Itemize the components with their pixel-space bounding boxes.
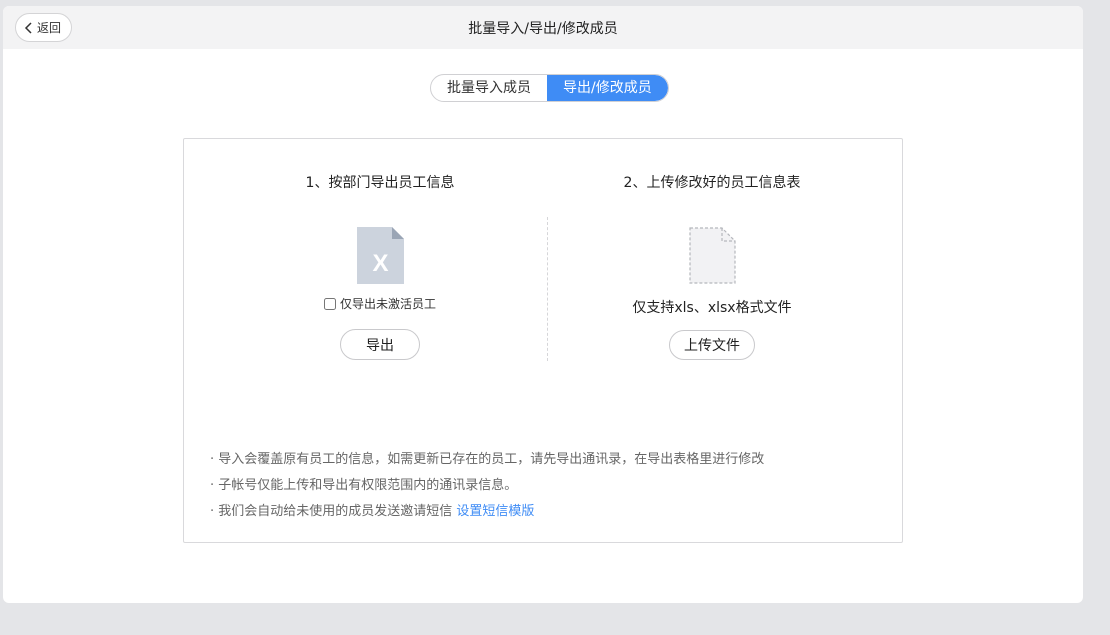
inactive-only-label: 仅导出未激活员工 bbox=[339, 297, 436, 311]
blank-file-icon bbox=[688, 227, 736, 284]
upload-section-title: 2、上传修改好的员工信息表 bbox=[623, 175, 801, 191]
mode-tabs: 批量导入成员 导出/修改成员 bbox=[430, 74, 669, 102]
note-item: · 我们会自动给未使用的成员发送邀请短信 设置短信模版 bbox=[210, 499, 764, 525]
upload-section: 2、上传修改好的员工信息表 仅支持xls、xlsx格式文件 上传文件 bbox=[532, 139, 892, 369]
export-button[interactable]: 导出 bbox=[340, 329, 420, 360]
export-section-title: 1、按部门导出员工信息 bbox=[305, 175, 455, 191]
note-text: · 我们会自动给未使用的成员发送邀请短信 bbox=[210, 504, 453, 519]
back-label: 返回 bbox=[37, 21, 62, 35]
tab-export-modify[interactable]: 导出/修改成员 bbox=[547, 75, 668, 101]
main-window: 返回 批量导入/导出/修改成员 批量导入成员 导出/修改成员 1、按部门导出员工… bbox=[3, 6, 1083, 603]
file-format-hint: 仅支持xls、xlsx格式文件 bbox=[632, 300, 792, 316]
tab-batch-import[interactable]: 批量导入成员 bbox=[431, 75, 547, 101]
inactive-only-checkbox[interactable] bbox=[323, 297, 336, 310]
excel-icon-letter: X bbox=[372, 250, 388, 277]
export-modify-panel: 1、按部门导出员工信息 X 仅导出未激活员工 导出 2、上传修改好的员工信息表 … bbox=[183, 138, 903, 543]
page-title: 批量导入/导出/修改成员 bbox=[468, 20, 618, 37]
notes-list: · 导入会覆盖原有员工的信息，如需更新已存在的员工，请先导出通讯录，在导出表格里… bbox=[210, 447, 764, 525]
note-item: · 子帐号仅能上传和导出有权限范围内的通讯录信息。 bbox=[210, 478, 518, 493]
sms-template-link[interactable]: 设置短信模版 bbox=[456, 504, 534, 519]
upload-file-button[interactable]: 上传文件 bbox=[669, 330, 755, 360]
back-button[interactable]: 返回 bbox=[15, 13, 73, 42]
title-bar: 返回 批量导入/导出/修改成员 bbox=[3, 6, 1083, 49]
inactive-only-option: 仅导出未激活员工 bbox=[323, 295, 436, 312]
chevron-left-icon bbox=[24, 21, 32, 34]
excel-file-icon: X bbox=[356, 227, 404, 284]
export-section: 1、按部门导出员工信息 X 仅导出未激活员工 导出 bbox=[200, 139, 560, 369]
note-item: · 导入会覆盖原有员工的信息，如需更新已存在的员工，请先导出通讯录，在导出表格里… bbox=[210, 452, 765, 467]
